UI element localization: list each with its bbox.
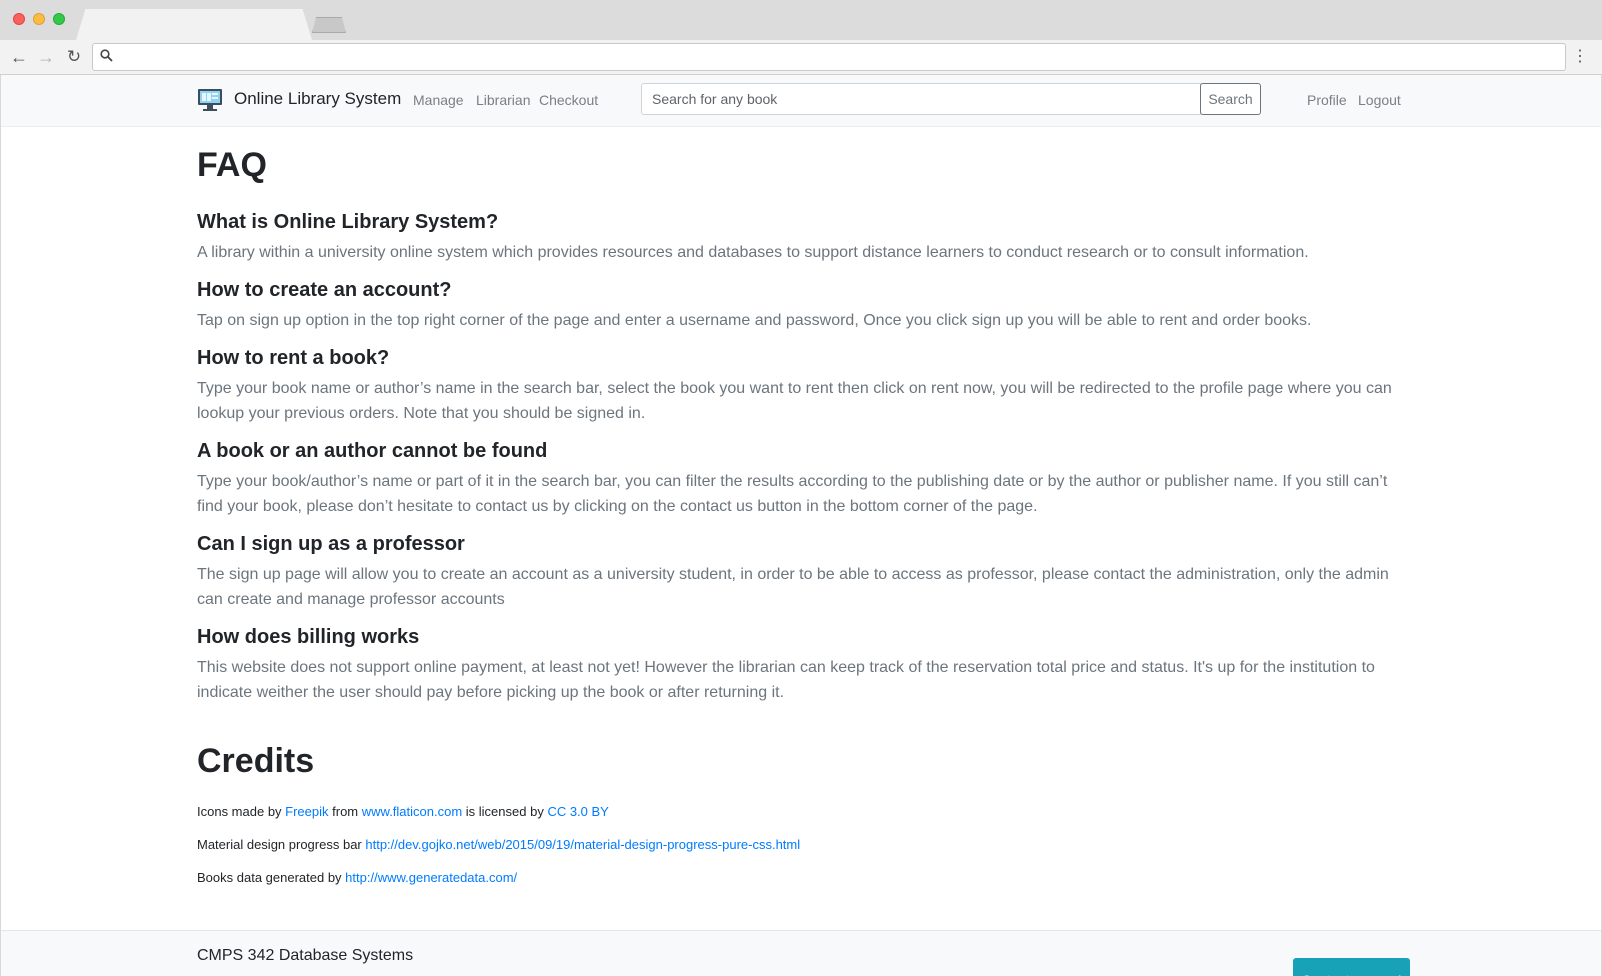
- close-window-button[interactable]: [13, 13, 25, 25]
- credits-title: Credits: [197, 742, 315, 780]
- faq-answer: This website does not support online pay…: [197, 659, 1375, 701]
- faq-answer: Tap on sign up option in the top right c…: [197, 312, 1312, 329]
- faq-answer: Type your book/author’s name or part of …: [197, 473, 1388, 515]
- generatedata-link[interactable]: http://www.generatedata.com/: [345, 870, 517, 885]
- credit-text: Books data generated by: [197, 870, 346, 885]
- forward-arrow-icon[interactable]: →: [35, 46, 57, 68]
- book-search-input[interactable]: [641, 83, 1201, 115]
- faq-question: Can I sign up as a professor: [197, 533, 465, 555]
- new-tab-button[interactable]: [312, 17, 346, 33]
- faq-answer: The sign up page will allow you to creat…: [197, 566, 1389, 608]
- freepik-link[interactable]: Freepik: [285, 804, 328, 819]
- credit-text: Icons made by: [197, 804, 286, 819]
- faq-item: How to rent a book? Type your book name …: [197, 345, 1407, 426]
- browser-tab-active[interactable]: [76, 9, 312, 40]
- faq-question: How does billing works: [197, 626, 420, 648]
- credit-text: Material design progress bar: [197, 837, 366, 852]
- faq-question: What is Online Library System?: [197, 211, 499, 233]
- flaticon-link[interactable]: www.flaticon.com: [362, 804, 462, 819]
- progress-bar-link[interactable]: http://dev.gojko.net/web/2015/09/19/mate…: [365, 837, 800, 852]
- nav-link-logout[interactable]: Logout: [1358, 92, 1401, 108]
- faq-question: How to create an account?: [197, 279, 452, 301]
- faq-item: What is Online Library System? A library…: [197, 209, 1407, 265]
- faq-question: How to rent a book?: [197, 347, 390, 369]
- faq-title: FAQ: [197, 146, 267, 184]
- credit-icons-line: Icons made by Freepik from www.flaticon.…: [197, 803, 1407, 821]
- faq-answer: Type your book name or author’s name in …: [197, 380, 1392, 422]
- faq-item: How to create an account? Tap on sign up…: [197, 277, 1407, 333]
- browser-chrome: ← → ↻ ⋮: [0, 0, 1602, 75]
- browser-menu-icon[interactable]: ⋮: [1572, 47, 1588, 67]
- nav-link-librarian[interactable]: Librarian: [476, 92, 530, 108]
- reload-icon[interactable]: ↻: [63, 46, 85, 68]
- faq-answer: A library within a university online sys…: [197, 244, 1309, 261]
- search-button[interactable]: Search: [1200, 83, 1261, 115]
- credit-progress-line: Material design progress bar http://dev.…: [197, 836, 1407, 854]
- faq-item: How does billing works This website does…: [197, 624, 1407, 705]
- tab-bar: [0, 0, 1602, 40]
- nav-link-checkout[interactable]: Checkout: [539, 92, 598, 108]
- library-computer-icon[interactable]: [197, 88, 223, 112]
- maximize-window-button[interactable]: [53, 13, 65, 25]
- site-navbar: Online Library System Manage Librarian C…: [1, 75, 1601, 127]
- credit-text: is licensed by: [462, 804, 548, 819]
- credit-books-line: Books data generated by http://www.gener…: [197, 869, 1407, 887]
- license-link[interactable]: CC 3.0 BY: [547, 804, 608, 819]
- minimize-window-button[interactable]: [33, 13, 45, 25]
- faq-item: A book or an author cannot be found Type…: [197, 438, 1407, 519]
- credit-text: from: [328, 804, 362, 819]
- faq-item: Can I sign up as a professor The sign up…: [197, 531, 1407, 612]
- footer-text: CMPS 342 Database Systems: [197, 947, 414, 964]
- nav-link-profile[interactable]: Profile: [1307, 92, 1347, 108]
- contact-us-button[interactable]: Contact us now!: [1293, 958, 1410, 976]
- nav-link-manage[interactable]: Manage: [413, 92, 464, 108]
- back-arrow-icon[interactable]: ←: [8, 46, 30, 68]
- search-icon: [100, 49, 113, 65]
- faq-question: A book or an author cannot be found: [197, 440, 548, 462]
- site-footer: CMPS 342 Database Systems Contact us now…: [1, 930, 1601, 976]
- address-bar[interactable]: [92, 43, 1566, 71]
- browser-toolbar: ← → ↻ ⋮: [0, 40, 1602, 75]
- brand-title[interactable]: Online Library System: [234, 89, 401, 109]
- main-content: FAQ What is Online Library System? A lib…: [197, 145, 1407, 902]
